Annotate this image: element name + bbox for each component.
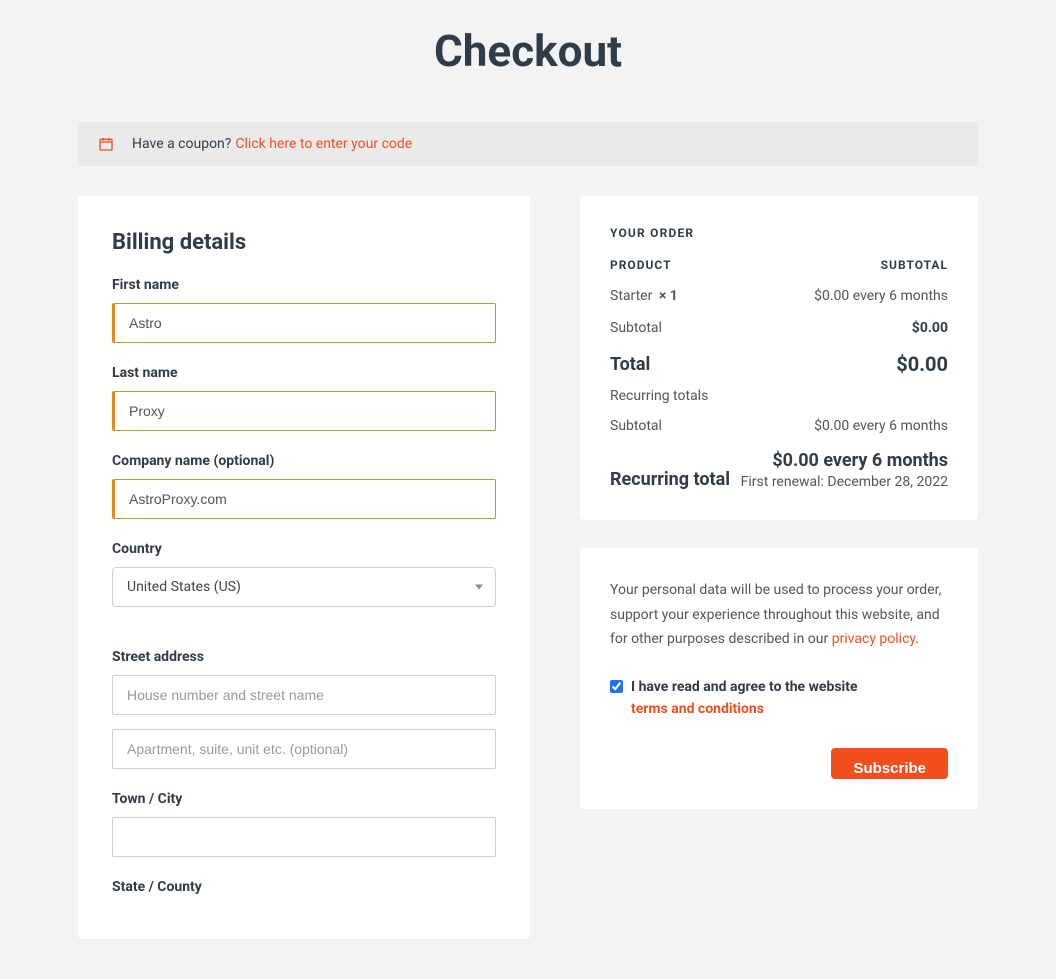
state-county-label: State / County [112, 879, 496, 895]
country-label: Country [112, 541, 496, 557]
last-name-input[interactable] [112, 391, 496, 431]
agree-checkbox[interactable] [610, 680, 623, 693]
town-city-label: Town / City [112, 791, 496, 807]
subtotal-column-header: SUBTOTAL [881, 258, 948, 272]
coupon-notice: Have a coupon? Click here to enter your … [78, 122, 978, 166]
terms-conditions-link[interactable]: terms and conditions [631, 701, 764, 717]
subtotal-label: Subtotal [610, 320, 662, 336]
recurring-total-value: $0.00 every 6 months [741, 450, 948, 471]
privacy-period: . [915, 631, 919, 647]
street-address-label: Street address [112, 649, 496, 665]
subscribe-button[interactable]: Subscribe [831, 748, 948, 779]
coupon-prompt-text: Have a coupon? [132, 136, 231, 152]
country-select[interactable]: United States (US) [112, 567, 496, 607]
order-summary-panel: YOUR ORDER PRODUCT SUBTOTAL Starter × 1 … [580, 196, 978, 520]
total-value: $0.00 [896, 352, 948, 376]
first-renewal-text: First renewal: December 28, 2022 [741, 474, 948, 490]
agree-text: I have read and agree to the website [631, 679, 858, 695]
town-city-input[interactable] [112, 817, 496, 857]
product-column-header: PRODUCT [610, 258, 672, 272]
billing-panel: Billing details First name Last name Com… [78, 196, 530, 939]
street-address-2-input[interactable] [112, 729, 496, 769]
company-input[interactable] [112, 479, 496, 519]
item-quantity: × 1 [659, 288, 678, 304]
last-name-label: Last name [112, 365, 496, 381]
country-selected-value: United States (US) [127, 579, 241, 595]
coupon-link[interactable]: Click here to enter your code [235, 136, 412, 152]
agree-row: I have read and agree to the website ter… [610, 676, 948, 721]
item-subtotal: $0.00 every 6 months [814, 288, 948, 304]
subtotal-value: $0.00 [912, 320, 948, 336]
first-name-input[interactable] [112, 303, 496, 343]
total-label: Total [610, 354, 650, 375]
privacy-panel: Your personal data will be used to proce… [580, 548, 978, 809]
calendar-icon [98, 136, 114, 152]
your-order-label: YOUR ORDER [610, 226, 948, 240]
street-address-1-input[interactable] [112, 675, 496, 715]
recurring-subtotal-value: $0.00 every 6 months [814, 418, 948, 434]
page-title: Checkout [78, 0, 978, 122]
recurring-totals-header: Recurring totals [610, 388, 948, 404]
privacy-policy-link[interactable]: privacy policy [832, 631, 916, 647]
chevron-down-icon [475, 585, 483, 590]
recurring-total-label: Recurring total [610, 469, 730, 490]
recurring-subtotal-label: Subtotal [610, 418, 662, 434]
item-name: Starter [610, 288, 652, 304]
first-name-label: First name [112, 277, 496, 293]
order-line-item: Starter × 1 $0.00 every 6 months [610, 288, 948, 304]
billing-title: Billing details [112, 230, 496, 255]
company-label: Company name (optional) [112, 453, 496, 469]
privacy-text: Your personal data will be used to proce… [610, 578, 948, 652]
